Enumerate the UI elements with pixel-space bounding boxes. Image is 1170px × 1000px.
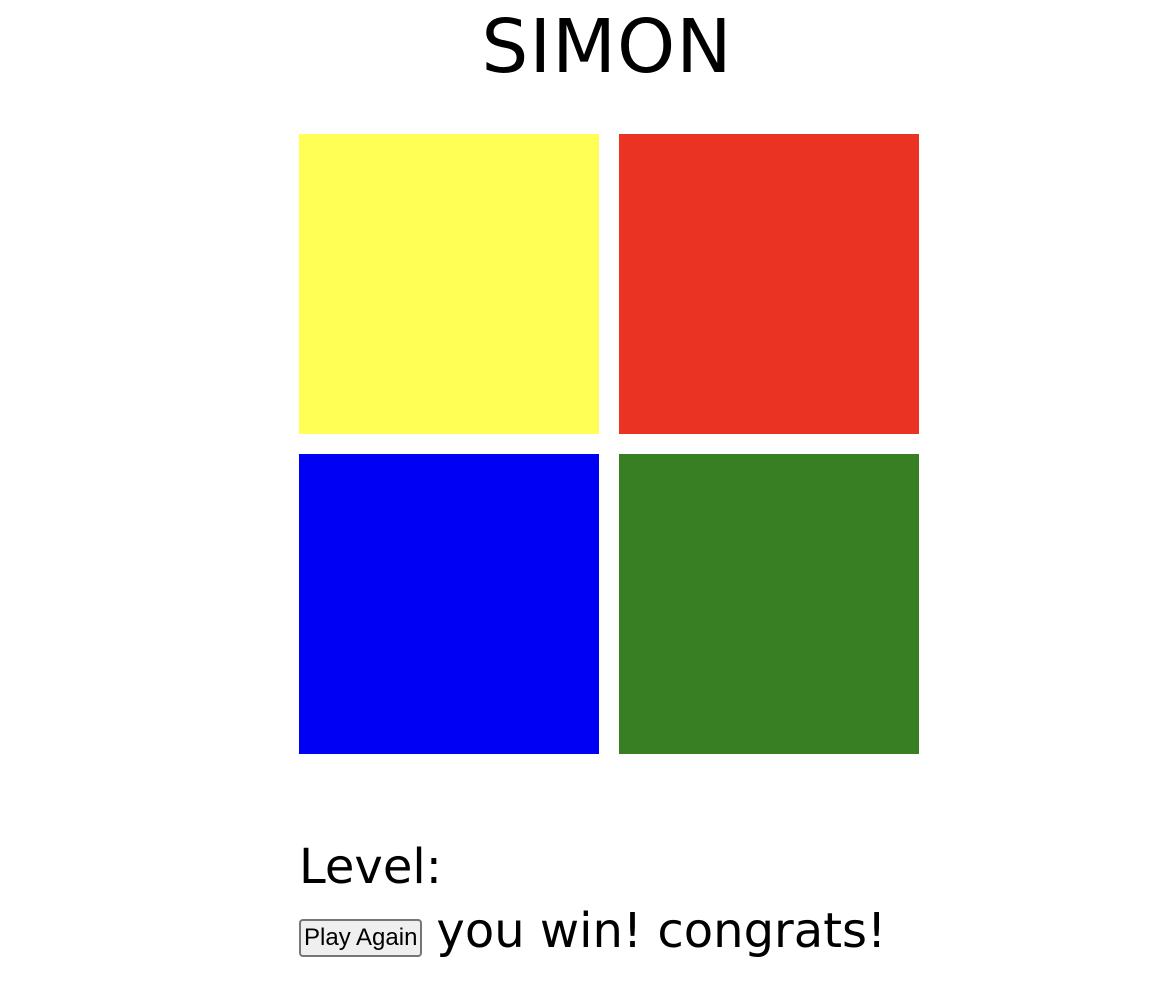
red-pad[interactable] xyxy=(619,134,919,434)
game-title: SIMON xyxy=(481,4,733,90)
green-pad[interactable] xyxy=(619,454,919,754)
level-label: Level: xyxy=(299,839,442,895)
yellow-pad[interactable] xyxy=(299,134,599,434)
simon-board xyxy=(299,134,919,754)
status-row: Play Again you win! congrats! xyxy=(299,900,886,960)
play-again-button[interactable]: Play Again xyxy=(299,919,423,957)
status-message: you win! congrats! xyxy=(436,903,887,959)
blue-pad[interactable] xyxy=(299,454,599,754)
